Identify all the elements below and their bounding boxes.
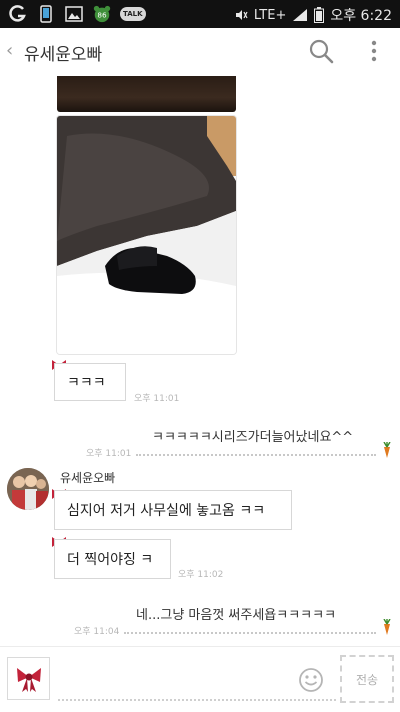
message-input-bar: 전송: [0, 646, 400, 712]
message-text: 심지어 저거 사무실에 놓고옴 ㅋㅋ: [67, 503, 266, 519]
smiley-icon[interactable]: [298, 667, 324, 693]
message-time: 오후 11:01: [86, 449, 132, 459]
message-input[interactable]: [58, 663, 332, 697]
message-underline: [124, 632, 376, 634]
message-time: 오후 11:02: [178, 570, 224, 580]
sender-avatar[interactable]: [7, 468, 49, 510]
gallery-icon: [64, 4, 84, 24]
message-time: 오후 11:01: [134, 394, 180, 404]
more-options-icon[interactable]: [366, 40, 382, 62]
badge-86-icon: 86: [92, 4, 112, 24]
search-icon[interactable]: [308, 38, 334, 64]
message-text: ㅋㅋㅋ: [67, 375, 106, 391]
chat-title: 유세윤오빠: [24, 45, 103, 65]
message-text: 더 찍어야징 ㅋ: [67, 552, 154, 568]
chat-area[interactable]: ㅋㅋㅋ 오후 11:01 ㅋㅋㅋㅋㅋ시리즈가더늘어났네요^^ 오후 11:01 …: [0, 76, 400, 646]
message-bubble-incoming[interactable]: 심지어 저거 사무실에 놓고옴 ㅋㅋ: [54, 490, 292, 530]
message-time: 오후 11:04: [74, 627, 120, 637]
emoticon-button[interactable]: [7, 657, 50, 700]
send-button[interactable]: 전송: [340, 655, 394, 703]
phone-icon: [36, 4, 56, 24]
network-type-label: LTE+: [253, 7, 287, 23]
carrot-icon: [383, 442, 391, 458]
chat-header: ‹ 유세윤오빠: [0, 28, 400, 77]
photo-message-previous[interactable]: [57, 76, 236, 112]
ribbon-icon: [16, 667, 41, 692]
clock: 오후 6:22: [330, 8, 392, 24]
status-bar: 86 TALK LTE+ 오후 6:22: [0, 0, 400, 28]
sender-name: 유세윤오빠: [60, 471, 116, 485]
message-underline: [136, 454, 376, 456]
photo-message[interactable]: [57, 116, 236, 354]
svg-text:86: 86: [97, 11, 107, 20]
mute-icon: [235, 10, 248, 20]
photo-pillow-socks: [57, 116, 236, 354]
message-text-outgoing: ㅋㅋㅋㅋㅋ시리즈가더늘어났네요^^: [152, 430, 354, 445]
carrot-icon: [383, 619, 391, 635]
signal-icon: [293, 9, 308, 21]
message-text-outgoing: 네...그냥 마음껏 써주세욥ㅋㅋㅋㅋㅋ: [136, 608, 337, 623]
carrier-g-icon: [8, 4, 28, 24]
kakaotalk-icon: TALK: [120, 7, 146, 21]
notification-icons: 86 TALK: [8, 4, 146, 24]
status-right: LTE+ 오후 6:22: [234, 5, 392, 25]
message-bubble-incoming[interactable]: 더 찍어야징 ㅋ: [54, 539, 171, 579]
battery-icon: [314, 7, 325, 23]
message-bubble-incoming[interactable]: ㅋㅋㅋ: [54, 363, 126, 401]
back-chevron-icon[interactable]: ‹: [6, 40, 13, 61]
input-underline: [58, 699, 336, 701]
